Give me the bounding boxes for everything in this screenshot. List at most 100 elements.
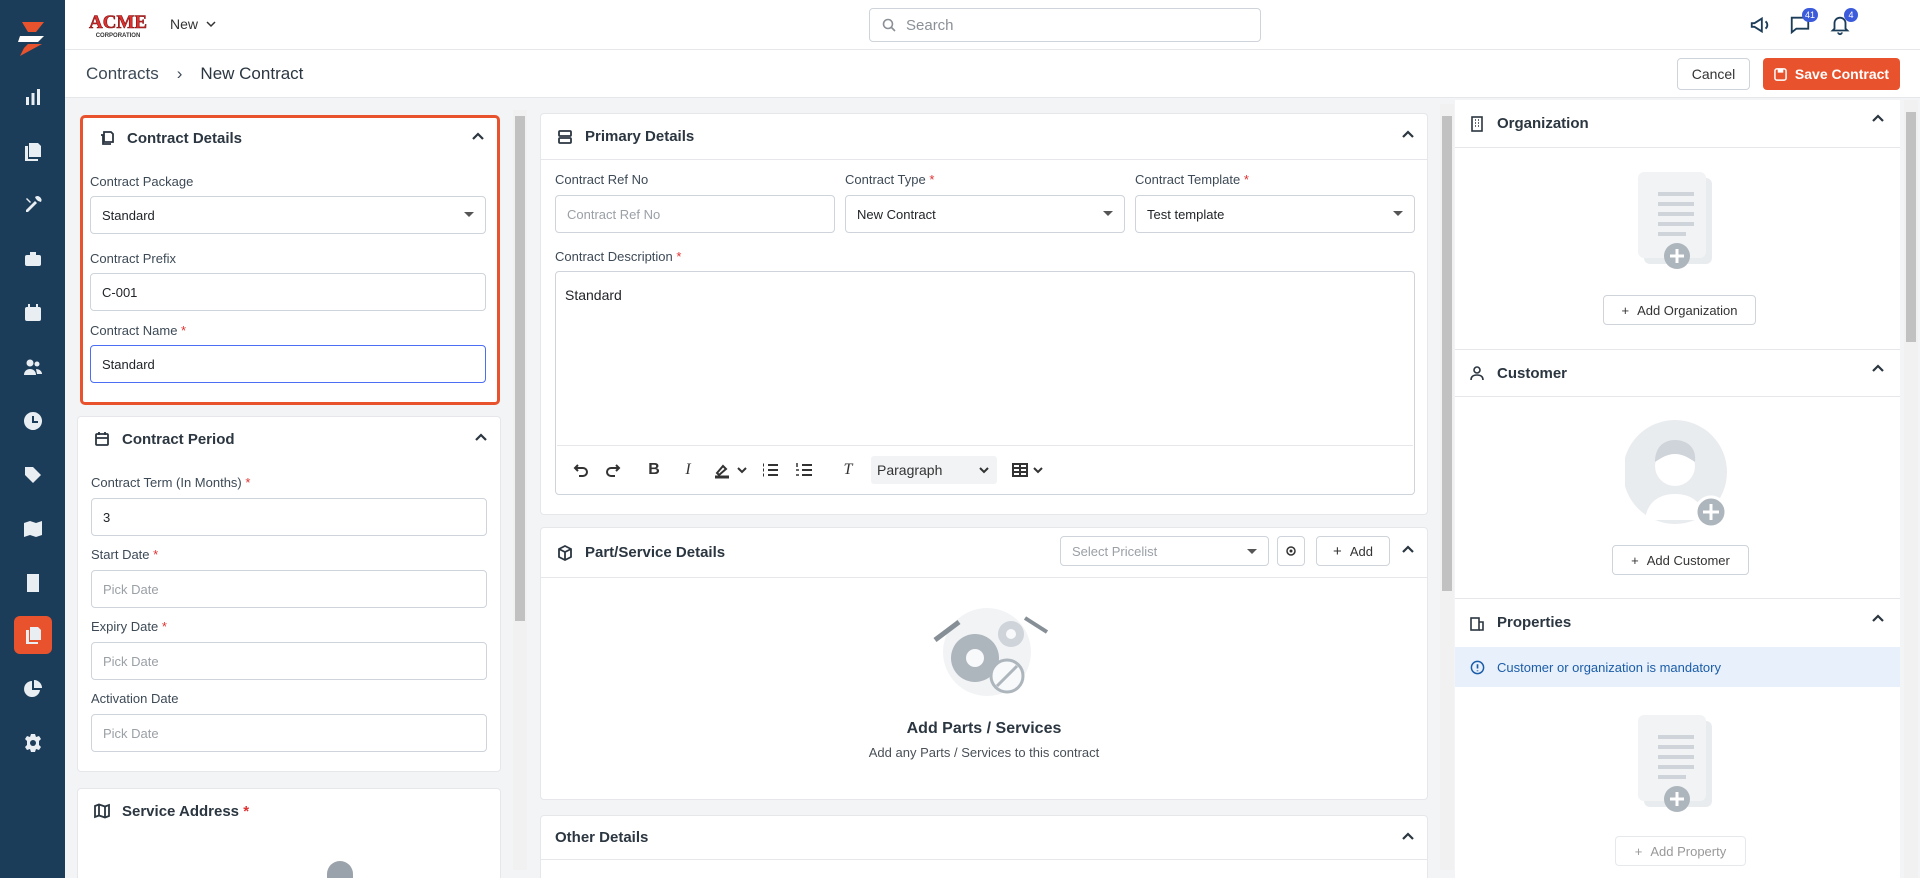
sidebar-item-customers[interactable] (14, 348, 52, 386)
sidebar-item-map[interactable] (14, 510, 52, 548)
activation-date-input[interactable]: Pick Date (91, 714, 487, 752)
sidebar-item-invoices[interactable] (14, 564, 52, 602)
add-property-button[interactable]: + Add Property (1615, 836, 1746, 866)
required-mark: * (161, 619, 167, 634)
paragraph-select[interactable]: Paragraph (871, 455, 997, 484)
sidebar-item-settings[interactable] (14, 724, 52, 762)
required-mark: * (245, 475, 251, 490)
collapse-chevron-icon[interactable] (1401, 543, 1415, 557)
plus-icon: + (1631, 552, 1639, 568)
add-part-button[interactable]: + Add (1316, 536, 1390, 566)
pricelist-settings-button[interactable] (1277, 536, 1305, 566)
app-logo-icon[interactable] (14, 20, 50, 56)
save-contract-button[interactable]: Save Contract (1763, 58, 1900, 90)
chevron-down-icon (206, 21, 216, 28)
right-panel: Organization + Add Organization Customer… (1455, 100, 1900, 878)
organization-header[interactable]: Organization (1455, 100, 1900, 148)
contract-description-editor[interactable]: Standard B I T Paragraph (555, 271, 1415, 495)
sidebar-item-jobs[interactable] (14, 240, 52, 278)
dropdown-caret-icon (1103, 211, 1113, 216)
properties-header[interactable]: Properties (1455, 598, 1900, 646)
breadcrumb-contracts-link[interactable]: Contracts (86, 64, 159, 84)
right-scrollbar-thumb[interactable] (1906, 112, 1916, 342)
contract-type-select[interactable]: New Contract (845, 195, 1125, 233)
sidebar-item-documents[interactable] (14, 132, 52, 170)
megaphone-icon (1750, 16, 1769, 34)
location-pin-icon (327, 861, 353, 878)
contract-term-input[interactable]: 3 (91, 498, 487, 536)
bold-icon[interactable]: B (643, 459, 665, 481)
contract-period-title: Contract Period (122, 430, 235, 448)
activation-date-placeholder: Pick Date (103, 725, 159, 741)
chevron-down-icon[interactable] (737, 459, 747, 481)
contract-term-label-text: Contract Term (In Months) (91, 475, 242, 490)
contract-term-value: 3 (103, 509, 111, 525)
contract-prefix-input[interactable]: C-001 (90, 273, 486, 311)
contract-details-title: Contract Details (127, 129, 243, 147)
undo-icon[interactable] (569, 459, 591, 481)
pricelist-select[interactable]: Select Pricelist (1060, 536, 1269, 566)
contract-period-header[interactable]: Contract Period (78, 417, 500, 461)
contract-package-select[interactable]: Standard (90, 196, 486, 234)
breadcrumb-separator: › (176, 64, 183, 83)
properties-document-illustration (1638, 715, 1712, 812)
other-details-header[interactable]: Other Details (541, 816, 1427, 860)
notifications-button[interactable]: 4 (1828, 8, 1858, 38)
properties-title: Properties (1497, 614, 1572, 631)
clock-icon (24, 412, 43, 430)
numbered-list-icon[interactable] (793, 459, 815, 481)
expiry-date-placeholder: Pick Date (103, 653, 159, 669)
customer-header[interactable]: Customer (1455, 349, 1900, 397)
service-address-header[interactable]: Service Address * (78, 789, 500, 833)
chevron-down-icon (979, 466, 989, 473)
add-customer-button[interactable]: + Add Customer (1612, 545, 1749, 575)
contract-ref-input[interactable]: Contract Ref No (555, 195, 835, 233)
sidebar-item-time[interactable] (14, 402, 52, 440)
start-date-input[interactable]: Pick Date (91, 570, 487, 608)
collapse-chevron-icon[interactable] (474, 431, 488, 445)
messages-button[interactable]: 41 (1788, 8, 1818, 38)
add-organization-label: Add Organization (1637, 302, 1738, 318)
sidebar-item-dashboard[interactable] (14, 78, 52, 116)
new-menu[interactable]: New (170, 16, 216, 32)
messages-badge: 41 (1801, 8, 1818, 22)
cancel-button[interactable]: Cancel (1677, 58, 1750, 90)
left-scrollbar-thumb[interactable] (515, 116, 525, 621)
search-input[interactable]: Search (869, 8, 1261, 42)
redo-icon[interactable] (603, 459, 625, 481)
contract-details-panel: Contract Details Contract Package Standa… (80, 115, 500, 405)
breadcrumb-current: New Contract (200, 64, 304, 83)
collapse-chevron-icon[interactable] (471, 130, 485, 144)
search-placeholder: Search (906, 16, 954, 34)
table-icon[interactable] (1009, 459, 1031, 481)
contract-name-input[interactable]: Standard (90, 345, 486, 383)
customer-title: Customer (1497, 364, 1568, 382)
user-icon (1470, 366, 1484, 381)
contracts-icon (26, 627, 41, 644)
announcements-button[interactable] (1748, 12, 1772, 38)
collapse-chevron-icon[interactable] (1401, 128, 1415, 142)
contract-template-select[interactable]: Test template (1135, 195, 1415, 233)
highlight-icon[interactable] (711, 459, 733, 481)
collapse-chevron-icon[interactable] (1871, 612, 1885, 626)
italic-icon[interactable]: I (677, 459, 699, 481)
bullet-list-icon[interactable] (759, 459, 781, 481)
collapse-chevron-icon[interactable] (1401, 830, 1415, 844)
contract-details-header[interactable]: Contract Details (83, 118, 497, 158)
sidebar-item-tools[interactable] (14, 186, 52, 224)
chevron-down-icon[interactable] (1033, 459, 1043, 481)
middle-scrollbar-thumb[interactable] (1442, 116, 1452, 591)
primary-details-header[interactable]: Primary Details (541, 114, 1427, 160)
add-organization-button[interactable]: + Add Organization (1603, 295, 1756, 325)
start-date-placeholder: Pick Date (103, 581, 159, 597)
clear-format-icon[interactable]: T (837, 459, 859, 481)
sidebar-item-calendar[interactable] (14, 294, 52, 332)
add-customer-label: Add Customer (1646, 552, 1730, 568)
sidebar-item-reports[interactable] (14, 670, 52, 708)
collapse-chevron-icon[interactable] (1871, 362, 1885, 376)
sidebar-item-contracts[interactable] (14, 616, 52, 654)
company-logo[interactable]: ACME CORPORATION (86, 10, 150, 40)
expiry-date-input[interactable]: Pick Date (91, 642, 487, 680)
collapse-chevron-icon[interactable] (1871, 112, 1885, 126)
sidebar-item-pricing[interactable] (14, 456, 52, 494)
